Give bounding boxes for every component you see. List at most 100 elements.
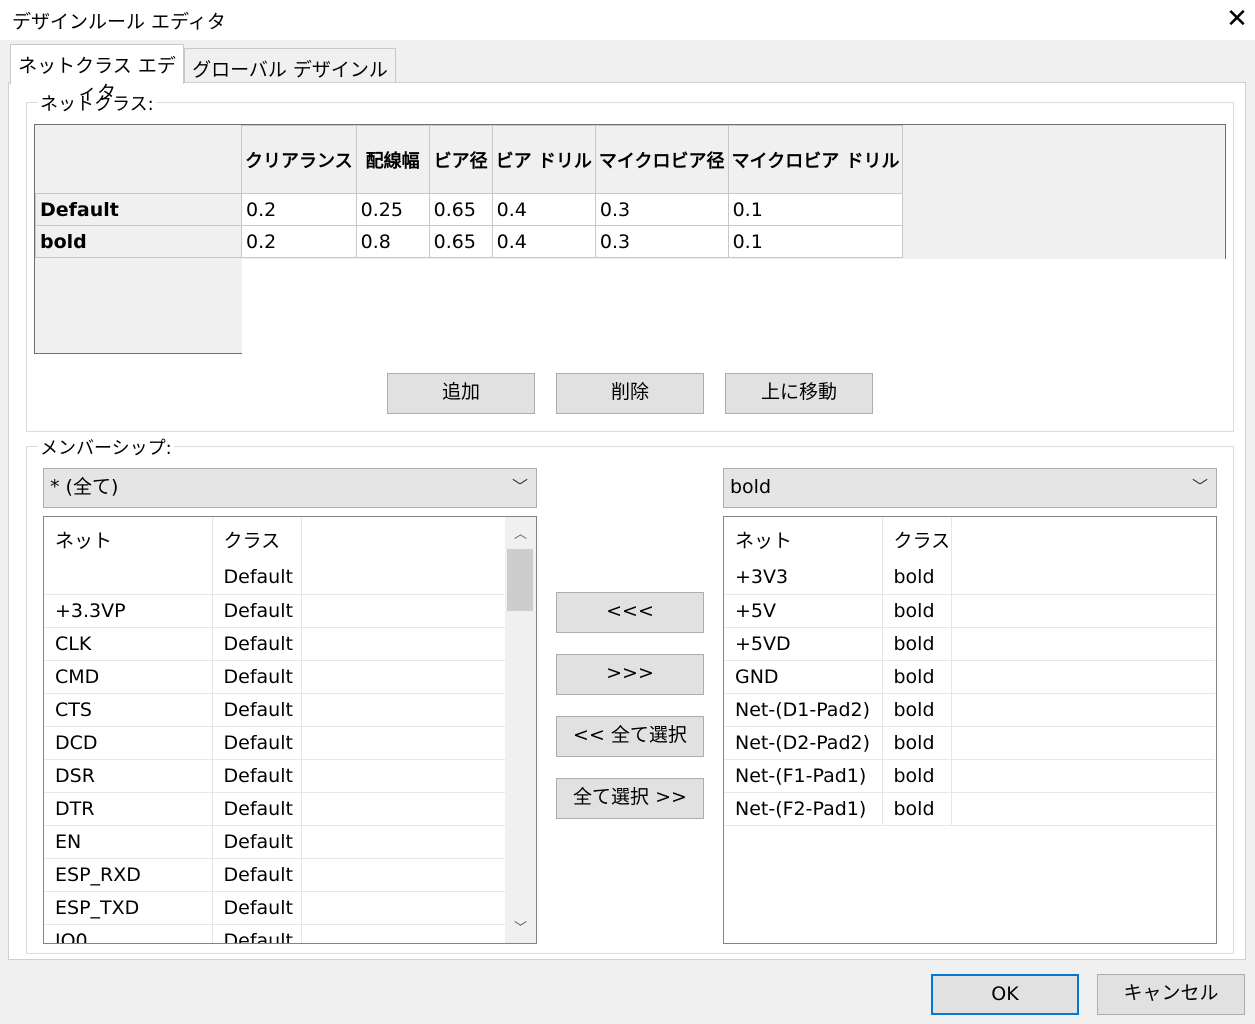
scroll-thumb[interactable] bbox=[507, 549, 533, 611]
table-row[interactable]: Net-(F2-Pad1) bold bbox=[724, 792, 1215, 826]
grid-corner bbox=[35, 125, 242, 194]
table-row[interactable]: +5V bold bbox=[724, 594, 1215, 628]
class-column-header[interactable]: クラス bbox=[212, 517, 302, 561]
class-cell: Default bbox=[212, 561, 302, 595]
class-cell: bold bbox=[882, 759, 952, 793]
class-cell: Default bbox=[212, 594, 302, 628]
add-button[interactable]: 追加 bbox=[387, 373, 535, 414]
delete-button[interactable]: 削除 bbox=[556, 373, 704, 414]
table-row[interactable]: DSR Default bbox=[44, 759, 505, 793]
table-row[interactable]: CLK Default bbox=[44, 627, 505, 661]
grid-cell[interactable]: 0.25 bbox=[355, 193, 430, 226]
membership-group-label: メンバーシップ: bbox=[38, 434, 174, 460]
class-cell: Default bbox=[212, 660, 302, 694]
grid-cell[interactable]: 0.4 bbox=[491, 225, 596, 258]
table-row[interactable]: ESP_TXD Default bbox=[44, 891, 505, 925]
grid-cell[interactable]: 0.1 bbox=[727, 225, 904, 258]
table-row[interactable]: EN Default bbox=[44, 825, 505, 859]
close-icon[interactable]: ✕ bbox=[1222, 4, 1252, 34]
row-label[interactable]: Default bbox=[35, 193, 242, 226]
column-header[interactable]: マイクロビア径 bbox=[594, 125, 729, 194]
net-cell: +5V bbox=[724, 594, 883, 628]
select-all-left-button[interactable]: << 全て選択 bbox=[556, 716, 704, 757]
table-row[interactable]: GND bold bbox=[724, 660, 1215, 694]
net-cell: DCD bbox=[44, 726, 213, 760]
grid-cell[interactable]: 0.3 bbox=[594, 193, 729, 226]
table-row[interactable]: ESP_RXD Default bbox=[44, 858, 505, 892]
net-column-header[interactable]: ネット bbox=[44, 517, 213, 561]
grid-cell[interactable]: 0.3 bbox=[594, 225, 729, 258]
window-title: デザインルール エディタ bbox=[12, 11, 226, 33]
table-row[interactable]: Net-(D1-Pad2) bold bbox=[724, 693, 1215, 727]
table-row[interactable]: DCD Default bbox=[44, 726, 505, 760]
class-cell: Default bbox=[212, 924, 302, 943]
left-filter-dropdown[interactable]: * (全て) ﹀ bbox=[43, 468, 537, 508]
ok-button[interactable]: OK bbox=[931, 974, 1079, 1015]
grid-cell[interactable]: 0.8 bbox=[355, 225, 430, 258]
table-row[interactable]: CMD Default bbox=[44, 660, 505, 694]
class-cell: bold bbox=[882, 594, 952, 628]
move-up-button[interactable]: 上に移動 bbox=[725, 373, 873, 414]
net-column-header[interactable]: ネット bbox=[724, 517, 883, 561]
grid-cell[interactable]: 0.65 bbox=[428, 225, 493, 258]
move-right-button[interactable]: >>> bbox=[556, 654, 704, 695]
column-header[interactable]: 配線幅 bbox=[355, 125, 430, 194]
grid-empty-area bbox=[242, 259, 1226, 354]
net-cell: +3V3 bbox=[724, 561, 883, 595]
net-cell: CMD bbox=[44, 660, 213, 694]
net-cell: CLK bbox=[44, 627, 213, 661]
scroll-up-arrow-icon[interactable]: ︿ bbox=[505, 523, 536, 543]
move-left-button[interactable]: <<< bbox=[556, 592, 704, 633]
table-row[interactable]: Net-(F1-Pad1) bold bbox=[724, 759, 1215, 793]
row-label[interactable]: bold bbox=[35, 225, 242, 258]
table-row[interactable]: +3.3VP Default bbox=[44, 594, 505, 628]
column-header[interactable]: ビア径 bbox=[428, 125, 493, 194]
class-cell: Default bbox=[212, 792, 302, 826]
column-header[interactable]: クリアランス bbox=[241, 125, 357, 194]
grid-cell[interactable]: 0.4 bbox=[491, 193, 596, 226]
left-net-list[interactable]: ネット クラス Default +3.3VP Default CLK Default… bbox=[43, 516, 537, 944]
grid-cell[interactable]: 0.1 bbox=[727, 193, 904, 226]
class-cell: bold bbox=[882, 726, 952, 760]
select-all-right-button[interactable]: 全て選択 >> bbox=[556, 778, 704, 819]
filler-column bbox=[301, 517, 505, 561]
net-cell: Net-(F1-Pad1) bbox=[724, 759, 883, 793]
tab-global-design-rules[interactable]: グローバル デザインルール bbox=[184, 48, 396, 108]
class-cell: bold bbox=[882, 693, 952, 727]
right-filter-dropdown[interactable]: bold ﹀ bbox=[723, 468, 1217, 508]
class-cell: Default bbox=[212, 891, 302, 925]
left-list-scrollbar[interactable]: ︿ ﹀ bbox=[505, 517, 536, 943]
class-column-header[interactable]: クラス bbox=[882, 517, 952, 561]
column-header[interactable]: ビア ドリル bbox=[491, 125, 596, 194]
table-row[interactable]: +3V3 bold bbox=[724, 561, 1215, 595]
class-cell: bold bbox=[882, 561, 952, 595]
table-row[interactable]: Net-(D2-Pad2) bold bbox=[724, 726, 1215, 760]
tab-netclass-editor[interactable]: ネットクラス エディタ bbox=[10, 44, 184, 104]
class-cell: Default bbox=[212, 825, 302, 859]
net-cell: GND bbox=[724, 660, 883, 694]
net-cell: Net-(F2-Pad1) bbox=[724, 792, 883, 826]
class-cell: Default bbox=[212, 759, 302, 793]
net-cell: Net-(D1-Pad2) bbox=[724, 693, 883, 727]
class-cell: Default bbox=[212, 627, 302, 661]
table-row[interactable]: Default bbox=[44, 561, 505, 595]
column-header[interactable]: マイクロビア ドリル bbox=[727, 125, 904, 194]
scroll-down-arrow-icon[interactable]: ﹀ bbox=[505, 917, 536, 937]
net-cell: +3.3VP bbox=[44, 594, 213, 628]
table-row[interactable]: IO0 Default bbox=[44, 924, 505, 943]
net-cell: +5VD bbox=[724, 627, 883, 661]
cancel-button[interactable]: キャンセル bbox=[1097, 974, 1245, 1015]
chevron-down-icon: ﹀ bbox=[511, 477, 528, 496]
net-cell: DSR bbox=[44, 759, 213, 793]
table-row[interactable]: DTR Default bbox=[44, 792, 505, 826]
class-cell: bold bbox=[882, 660, 952, 694]
table-row[interactable]: CTS Default bbox=[44, 693, 505, 727]
netclass-grid[interactable]: クリアランス 配線幅 ビア径 ビア ドリル マイクロビア径 マイクロビア ドリル… bbox=[34, 124, 1226, 354]
chevron-down-icon: ﹀ bbox=[1191, 477, 1208, 496]
right-filter-value: bold bbox=[730, 476, 772, 498]
table-row[interactable]: +5VD bold bbox=[724, 627, 1215, 661]
grid-cell[interactable]: 0.65 bbox=[428, 193, 493, 226]
grid-cell[interactable]: 0.2 bbox=[241, 193, 357, 226]
right-net-list[interactable]: ネット クラス +3V3 bold +5V bold +5VD bold GND bol… bbox=[723, 516, 1217, 944]
grid-cell[interactable]: 0.2 bbox=[241, 225, 357, 258]
